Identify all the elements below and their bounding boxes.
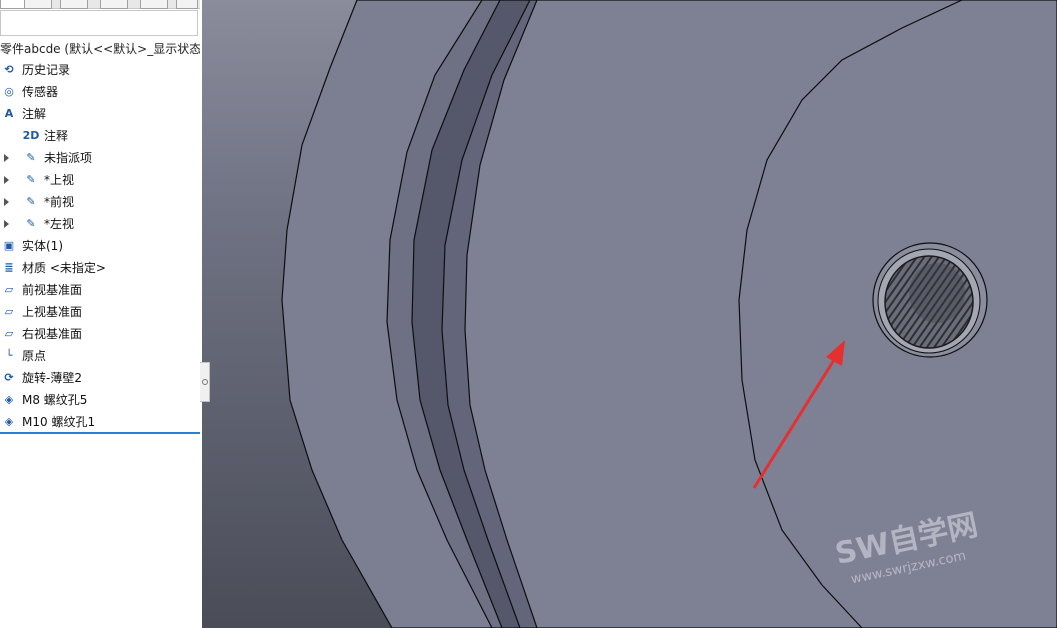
- history-icon: ⟲: [4, 63, 14, 76]
- tree-item[interactable]: A 注解: [0, 103, 200, 125]
- tree-item[interactable]: ✎ *左视: [0, 213, 200, 235]
- tree-item-label: 传感器: [22, 85, 59, 99]
- tree-item-label: 注释: [44, 129, 69, 143]
- tree-item[interactable]: ✎ *前视: [0, 191, 200, 213]
- tree-item[interactable]: ✎ 未指派项: [0, 147, 200, 169]
- tree-item[interactable]: ◎ 传感器: [0, 81, 200, 103]
- graphics-viewport[interactable]: SW自学网 www.swrjzxw.com: [202, 0, 1057, 628]
- tree-item-label: 材质 <未指定>: [22, 261, 106, 275]
- tree-item[interactable]: ⟳ 旋转-薄壁2: [0, 367, 200, 389]
- tree-item-label: 历史记录: [22, 63, 71, 77]
- tree-item-label: 注解: [22, 107, 47, 121]
- plane-icon: ▱: [4, 327, 14, 340]
- panel-collapse-handle[interactable]: [200, 362, 210, 402]
- view-annotation-icon: ✎: [26, 195, 36, 208]
- tree-item[interactable]: ◈ M8 螺纹孔5: [0, 389, 200, 411]
- view-annotation-icon: ✎: [26, 173, 36, 186]
- tab-dimxpert-manager[interactable]: [100, 0, 128, 9]
- origin-icon: └: [5, 349, 13, 362]
- sensor-icon: ◎: [4, 85, 14, 98]
- feature-manager-panel: 零件abcde (默认<<默认>_显示状态 ⟲ 历史记录 ◎ 传感器 A 注解 2D 注释 ✎ 未…: [0, 0, 200, 628]
- material-icon: ≣: [4, 261, 14, 274]
- rollback-bar[interactable]: [0, 432, 200, 434]
- tab-display-manager[interactable]: [140, 0, 168, 9]
- tree-item[interactable]: ◈ M10 螺纹孔1: [0, 411, 200, 433]
- note-2d-icon: 2D: [22, 129, 40, 142]
- tree-item[interactable]: ▱ 前视基准面: [0, 279, 200, 301]
- tree-item[interactable]: ▱ 上视基准面: [0, 301, 200, 323]
- tree-item[interactable]: ✎ *上视: [0, 169, 200, 191]
- solid-bodies-icon: ▣: [3, 239, 15, 252]
- tree-item[interactable]: ≣ 材质 <未指定>: [0, 257, 200, 279]
- tree-item-label: *前视: [44, 195, 75, 209]
- part-root-node[interactable]: 零件abcde (默认<<默认>_显示状态: [0, 40, 200, 57]
- hole-wizard-icon: ◈: [4, 415, 14, 428]
- annotations-icon: A: [4, 107, 14, 120]
- tree-item-label: 原点: [22, 349, 47, 363]
- tree-item[interactable]: ▱ 右视基准面: [0, 323, 200, 345]
- panel-tab-bar: [0, 0, 200, 9]
- tree-item[interactable]: 2D 注释: [0, 125, 200, 147]
- view-annotation-icon: ✎: [26, 217, 36, 230]
- tab-configuration-manager[interactable]: [60, 0, 88, 9]
- threaded-hole-m10[interactable]: [872, 242, 988, 358]
- hole-wizard-icon: ◈: [4, 393, 14, 406]
- tree-item[interactable]: ▣ 实体(1): [0, 235, 200, 257]
- tab-property-manager[interactable]: [24, 0, 52, 9]
- expand-arrow-icon[interactable]: [4, 198, 9, 206]
- tree-item-label: *上视: [44, 173, 75, 187]
- tab-more[interactable]: [176, 0, 198, 9]
- plane-icon: ▱: [4, 305, 14, 318]
- expand-arrow-icon[interactable]: [4, 176, 9, 184]
- tree-item-label: 前视基准面: [22, 283, 83, 297]
- tree-item[interactable]: ⟲ 历史记录: [0, 59, 200, 81]
- tree-item-label: 未指派项: [44, 151, 93, 165]
- tree-item-label: 上视基准面: [22, 305, 83, 319]
- expand-arrow-icon[interactable]: [4, 154, 9, 162]
- tree-item-label: 右视基准面: [22, 327, 83, 341]
- tree-item-label: M10 螺纹孔1: [22, 415, 96, 429]
- tree-item[interactable]: └ 原点: [0, 345, 200, 367]
- tree-item-label: 实体(1): [22, 239, 63, 253]
- view-annotation-icon: ✎: [26, 151, 36, 164]
- tree-filter-input[interactable]: [0, 10, 198, 36]
- tree-item-label: 旋转-薄壁2: [22, 371, 82, 385]
- tree-item-label: M8 螺纹孔5: [22, 393, 88, 407]
- tree-item-label: *左视: [44, 217, 75, 231]
- plane-icon: ▱: [4, 283, 14, 296]
- expand-arrow-icon[interactable]: [4, 220, 9, 228]
- revolve-icon: ⟳: [4, 371, 14, 384]
